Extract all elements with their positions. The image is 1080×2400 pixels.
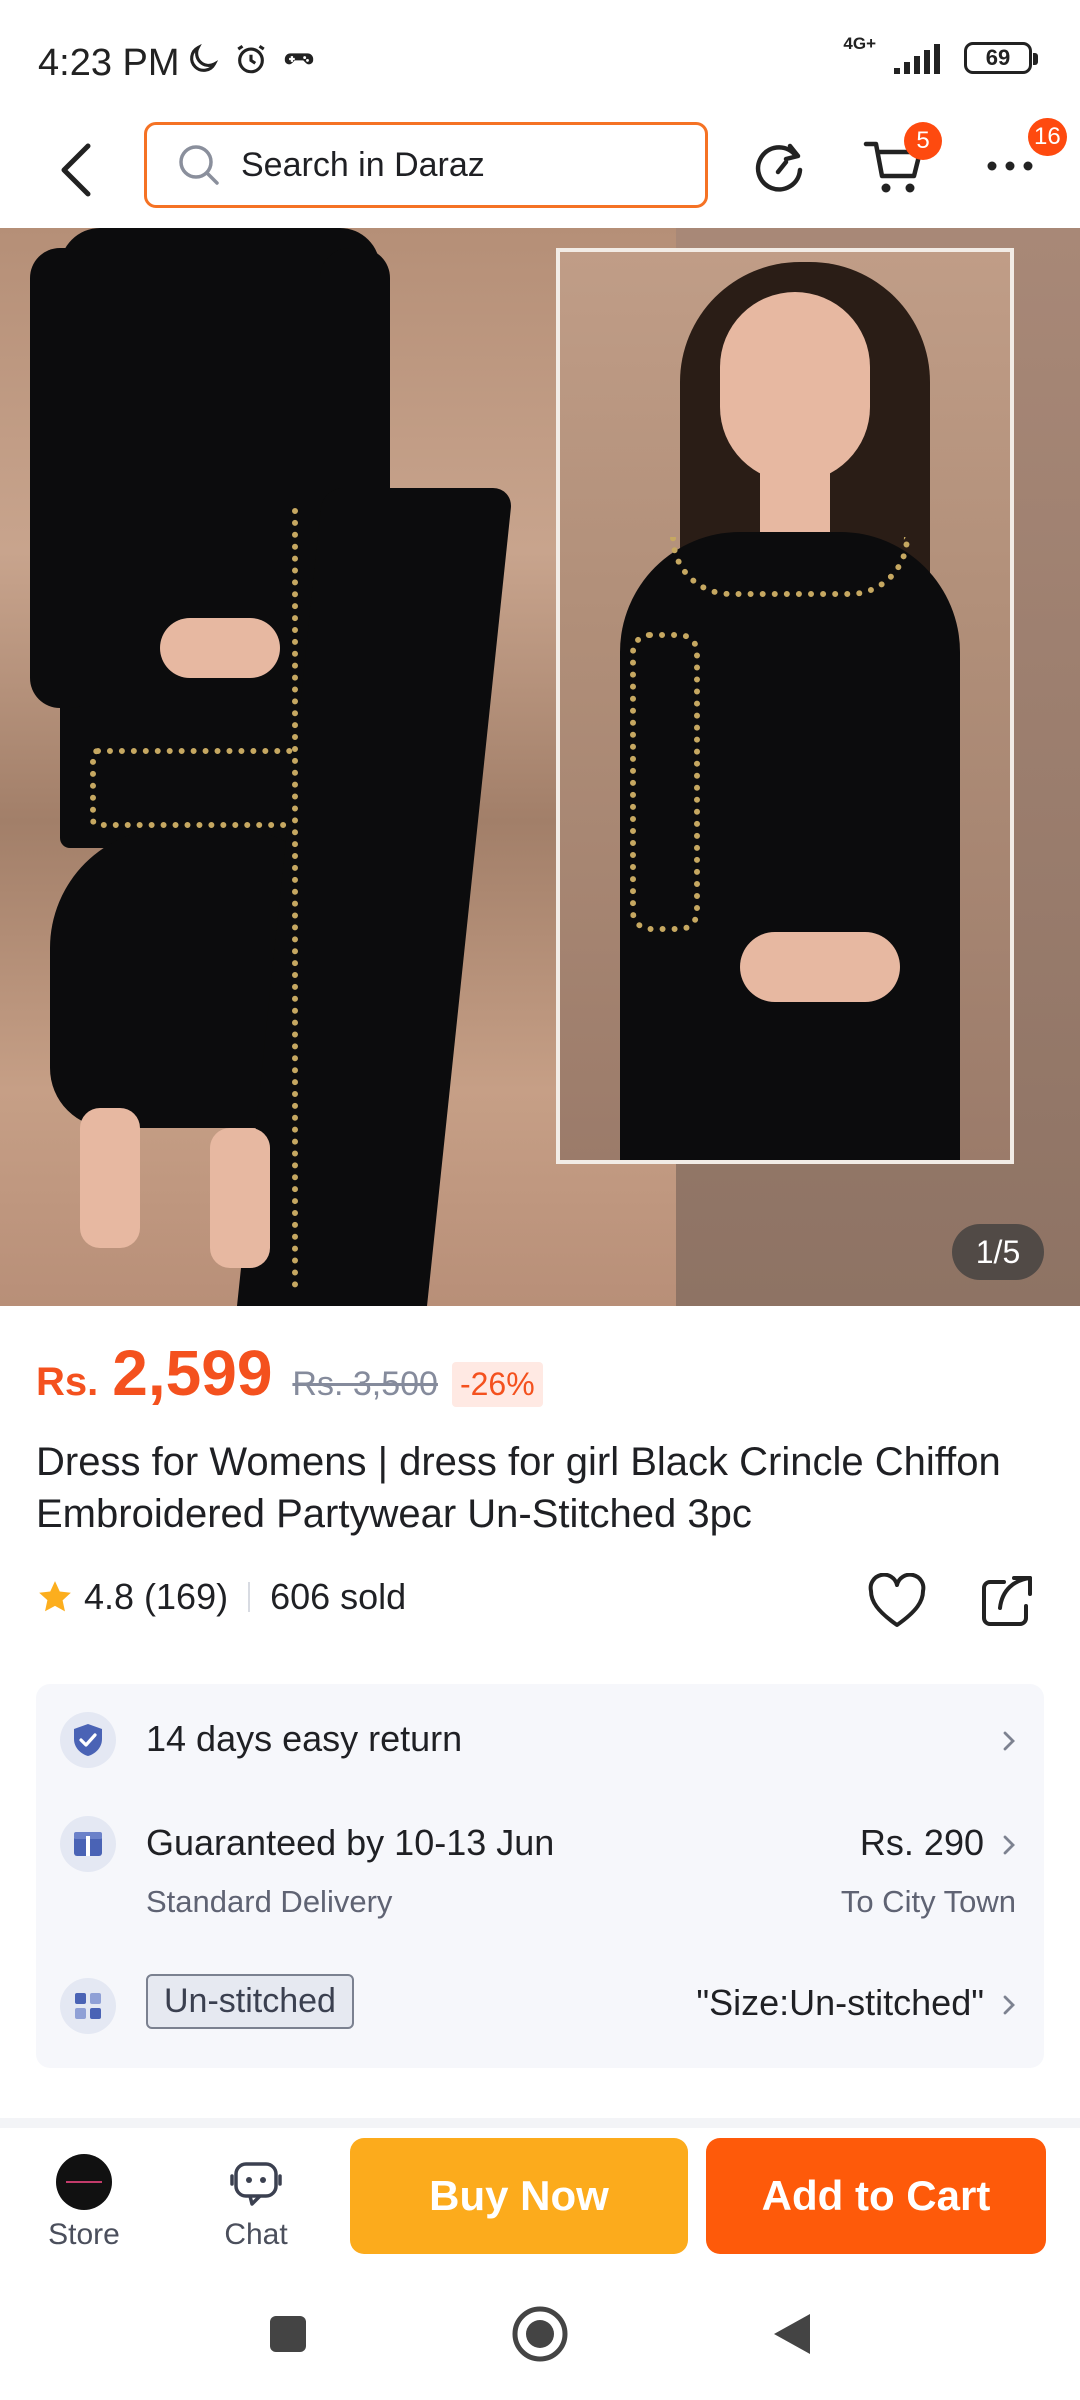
returns-text: 14 days easy return: [146, 1718, 463, 1759]
delivery-truck-icon: [60, 1816, 116, 1872]
refresh-button[interactable]: [744, 130, 816, 202]
rating-value: 4.8: [84, 1576, 135, 1617]
delivery-destination: To City Town: [840, 1884, 1016, 1919]
section-divider: [0, 2118, 1080, 2128]
search-icon: [179, 145, 219, 185]
review-count: (169): [144, 1576, 229, 1617]
discount-badge: -26%: [451, 1362, 543, 1407]
system-back-button[interactable]: [756, 2298, 828, 2370]
variant-row[interactable]: Un-stitched "Size:Un-stitched": [36, 1944, 1044, 2068]
chevron-right-icon: [1003, 1731, 1015, 1751]
delivery-guarantee-text: Guaranteed by 10-13 Jun: [146, 1822, 555, 1863]
store-label: Store: [48, 2218, 120, 2251]
rating-row[interactable]: 4.8 (169) 606 sold: [36, 1576, 406, 1618]
store-logo-icon: [56, 2154, 112, 2210]
notification-count-badge: 16: [1028, 118, 1067, 156]
status-time: 4:23 PM: [38, 42, 180, 84]
home-circle-icon: [512, 2306, 568, 2362]
home-button[interactable]: [504, 2298, 576, 2370]
status-bar: 4:23 PM 4G+ 69: [0, 0, 1080, 120]
chat-icon: [230, 2162, 282, 2206]
search-bar[interactable]: [144, 122, 708, 208]
top-nav: 5 16: [0, 118, 1080, 228]
more-button[interactable]: 16: [974, 118, 1067, 202]
shield-icon: [60, 1712, 116, 1768]
gallery-page-indicator: 1/5: [952, 1224, 1044, 1280]
cart-count-badge: 5: [904, 122, 942, 160]
share-button[interactable]: [974, 1568, 1040, 1634]
chat-label: Chat: [224, 2218, 288, 2251]
product-title: Dress for Womens | dress for girl Black …: [36, 1440, 1001, 1536]
refresh-icon: [755, 143, 803, 192]
star-icon: [39, 1581, 71, 1612]
add-to-cart-button[interactable]: Add to Cart: [706, 2138, 1046, 2254]
bottom-action-bar: Store Chat Buy Now Add to Cart: [0, 2128, 1080, 2268]
variant-tag: Un-stitched: [146, 1974, 354, 2029]
variants-grid-icon: [60, 1978, 116, 2034]
recents-button[interactable]: [252, 2298, 324, 2370]
wishlist-button[interactable]: [864, 1568, 930, 1634]
search-input[interactable]: [241, 145, 661, 185]
chevron-right-icon: [1003, 1835, 1015, 1855]
signal-icon: [894, 44, 940, 74]
square-icon: [270, 2316, 306, 2352]
heart-icon: [868, 1573, 926, 1627]
back-button[interactable]: [46, 136, 106, 204]
delivery-row[interactable]: Guaranteed by 10-13 Jun Standard Deliver…: [36, 1794, 1044, 1944]
more-dots-icon: [987, 161, 1033, 171]
store-button[interactable]: Store: [24, 2154, 144, 2252]
delivery-fee: Rs. 290: [859, 1822, 984, 1863]
product-photo-model-closeup: [556, 248, 1014, 1164]
chevron-left-icon: [61, 143, 91, 197]
status-icons-left: [186, 42, 316, 76]
cart-button[interactable]: 5: [858, 122, 942, 202]
gamepad-icon: [284, 53, 314, 65]
system-navigation-bar: [0, 2268, 1080, 2400]
price-currency: Rs.: [36, 1360, 99, 1404]
chat-button[interactable]: Chat: [196, 2154, 316, 2252]
price-row: Rs. 2,599 Rs. 3,500 -26%: [36, 1336, 543, 1410]
product-image-gallery[interactable]: 1/5: [0, 228, 1080, 1306]
variant-value: "Size:Un-stitched": [696, 1982, 984, 2023]
delivery-type-text: Standard Delivery: [146, 1884, 393, 1919]
rating-divider: [248, 1582, 251, 1612]
buy-now-button[interactable]: Buy Now: [350, 2138, 688, 2254]
moon-icon: [190, 43, 219, 72]
current-price: 2,599: [112, 1337, 273, 1409]
battery-indicator: 69: [964, 42, 1038, 74]
returns-row[interactable]: 14 days easy return: [36, 1684, 1044, 1794]
triangle-back-icon: [774, 2314, 810, 2354]
service-info-card: 14 days easy return Guaranteed by 10-13 …: [36, 1684, 1044, 2068]
sold-count: 606 sold: [270, 1576, 407, 1617]
network-label: 4G+: [843, 34, 876, 53]
original-price: Rs. 3,500: [292, 1365, 438, 1403]
alarm-icon: [237, 44, 265, 74]
share-icon: [982, 1576, 1032, 1626]
status-icons-right: 4G+ 69: [843, 35, 1038, 74]
chevron-right-icon: [1003, 1995, 1015, 2015]
